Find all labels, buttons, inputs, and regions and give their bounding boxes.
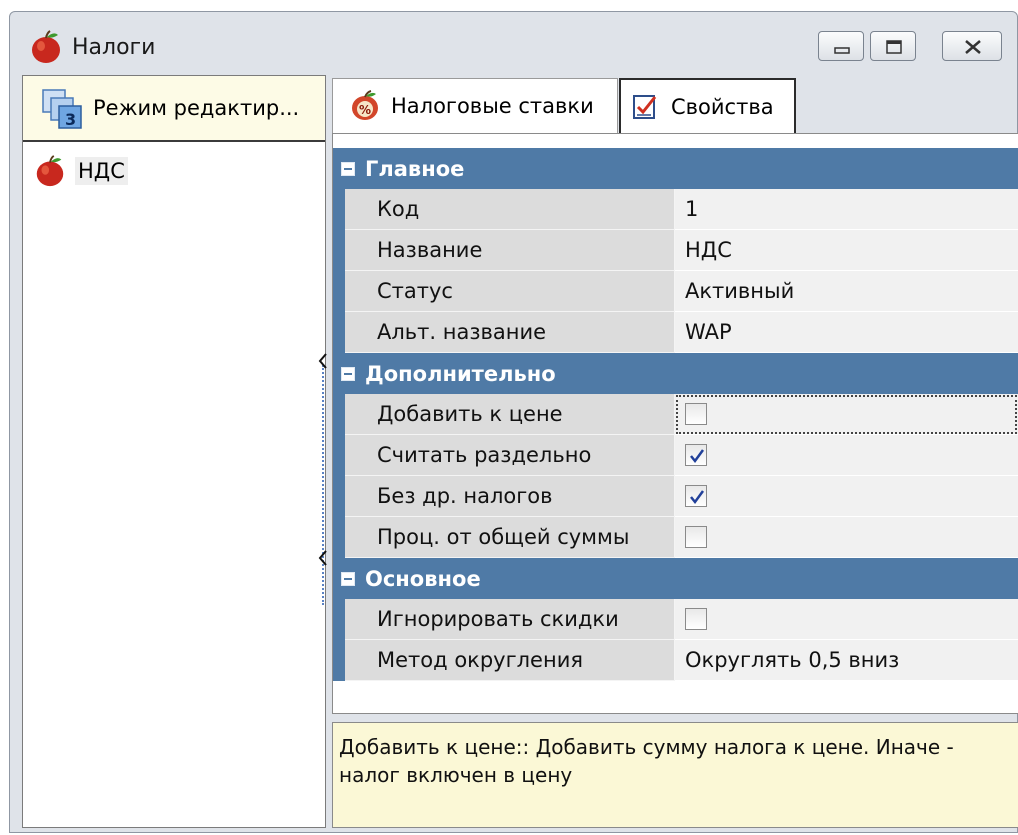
maximize-icon — [886, 40, 902, 54]
edit-mode-header[interactable]: 3 Режим редактир... — [23, 76, 325, 142]
maximize-button[interactable] — [870, 31, 916, 61]
property-value[interactable] — [675, 599, 1018, 640]
property-value[interactable] — [675, 517, 1018, 558]
description-pane: Добавить к цене:: Добавить сумму налога … — [332, 722, 1018, 828]
checkmark-icon — [690, 449, 705, 464]
category-additional[interactable]: Дополнительно — [333, 353, 1018, 394]
property-name: Без др. налогов — [345, 476, 675, 517]
tab-tax-rates[interactable]: % Налоговые ставки — [332, 78, 618, 133]
property-name: Альт. название — [345, 312, 675, 353]
layers-3-icon: 3 — [42, 89, 82, 129]
property-value[interactable] — [675, 394, 1018, 435]
percent-of-total-checkbox[interactable] — [685, 526, 707, 548]
minimize-button[interactable] — [818, 31, 864, 61]
property-row-no-other-taxes[interactable]: Без др. налогов — [333, 476, 1018, 517]
svg-text:%: % — [359, 103, 371, 117]
tree-item-vat[interactable]: НДС — [33, 154, 128, 188]
property-name: Игнорировать скидки — [345, 599, 675, 640]
property-row-add-to-price[interactable]: Добавить к цене — [333, 394, 1018, 435]
minimize-icon — [834, 47, 850, 54]
window-title: Налоги — [72, 35, 156, 60]
property-value[interactable] — [675, 476, 1018, 517]
close-button[interactable] — [942, 31, 1002, 61]
calc-separately-checkbox[interactable] — [685, 444, 707, 466]
property-value[interactable]: 1 — [675, 189, 1018, 230]
category-main[interactable]: Главное — [333, 148, 1018, 189]
percent-apple-icon: % — [352, 90, 378, 120]
property-name: Название — [345, 230, 675, 271]
edit-mode-label: Режим редактир... — [93, 96, 300, 120]
no-other-taxes-checkbox[interactable] — [685, 485, 707, 507]
property-row-alt-name[interactable]: Альт. название WAP — [333, 312, 1018, 353]
property-row-calc-separately[interactable]: Считать раздельно — [333, 435, 1018, 476]
panel-splitter[interactable] — [315, 75, 331, 828]
apple-icon — [32, 30, 60, 63]
add-to-price-checkbox[interactable] — [685, 403, 707, 425]
collapse-icon[interactable] — [341, 571, 355, 586]
property-name: Добавить к цене — [345, 394, 675, 435]
category-label: Главное — [365, 156, 465, 181]
property-name: Проц. от общей суммы — [345, 517, 675, 558]
tab-properties[interactable]: Свойства — [619, 78, 796, 133]
property-name: Считать раздельно — [345, 435, 675, 476]
tab-properties-label: Свойства — [671, 94, 774, 119]
tree-item-label: НДС — [75, 157, 128, 185]
checklist-icon — [633, 94, 657, 119]
description-text: Добавить к цене:: Добавить сумму налога … — [339, 735, 954, 787]
ignore-discounts-checkbox[interactable] — [685, 608, 707, 630]
collapse-left-icon[interactable] — [317, 547, 329, 569]
property-name: Код — [345, 189, 675, 230]
property-value[interactable]: НДС — [675, 230, 1018, 271]
property-row-ignore-discounts[interactable]: Игнорировать скидки — [333, 599, 1018, 640]
taxes-window: Налоги 3 Режим редактир... НДС % Налогов… — [9, 11, 1018, 833]
svg-text:3: 3 — [65, 110, 76, 129]
property-grid: Главное Код 1 Название НДС Статус Активн… — [332, 133, 1018, 714]
property-row-status[interactable]: Статус Активный — [333, 271, 1018, 312]
tab-tax-rates-label: Налоговые ставки — [391, 94, 594, 118]
apple-icon — [36, 155, 64, 187]
property-value[interactable] — [675, 435, 1018, 476]
category-basic[interactable]: Основное — [333, 558, 1018, 599]
close-icon — [965, 40, 981, 54]
navigation-panel: 3 Режим редактир... НДС — [22, 75, 326, 828]
splitter-grip — [322, 365, 324, 605]
property-name: Статус — [345, 271, 675, 312]
title-bar[interactable]: Налоги — [10, 12, 1017, 74]
property-row-code[interactable]: Код 1 — [333, 189, 1018, 230]
collapse-icon[interactable] — [341, 161, 355, 176]
property-value[interactable]: Округлять 0,5 вниз — [675, 640, 1018, 681]
property-name: Метод округления — [345, 640, 675, 681]
category-label: Основное — [365, 566, 481, 591]
checkmark-icon — [690, 490, 705, 505]
collapse-icon[interactable] — [341, 366, 355, 381]
property-row-rounding-method[interactable]: Метод округления Округлять 0,5 вниз — [333, 640, 1018, 681]
property-row-name[interactable]: Название НДС — [333, 230, 1018, 271]
property-row-percent-of-total[interactable]: Проц. от общей суммы — [333, 517, 1018, 558]
property-value[interactable]: Активный — [675, 271, 1018, 312]
category-label: Дополнительно — [365, 361, 556, 386]
property-value[interactable]: WAP — [675, 312, 1018, 353]
collapse-left-icon[interactable] — [317, 350, 329, 372]
